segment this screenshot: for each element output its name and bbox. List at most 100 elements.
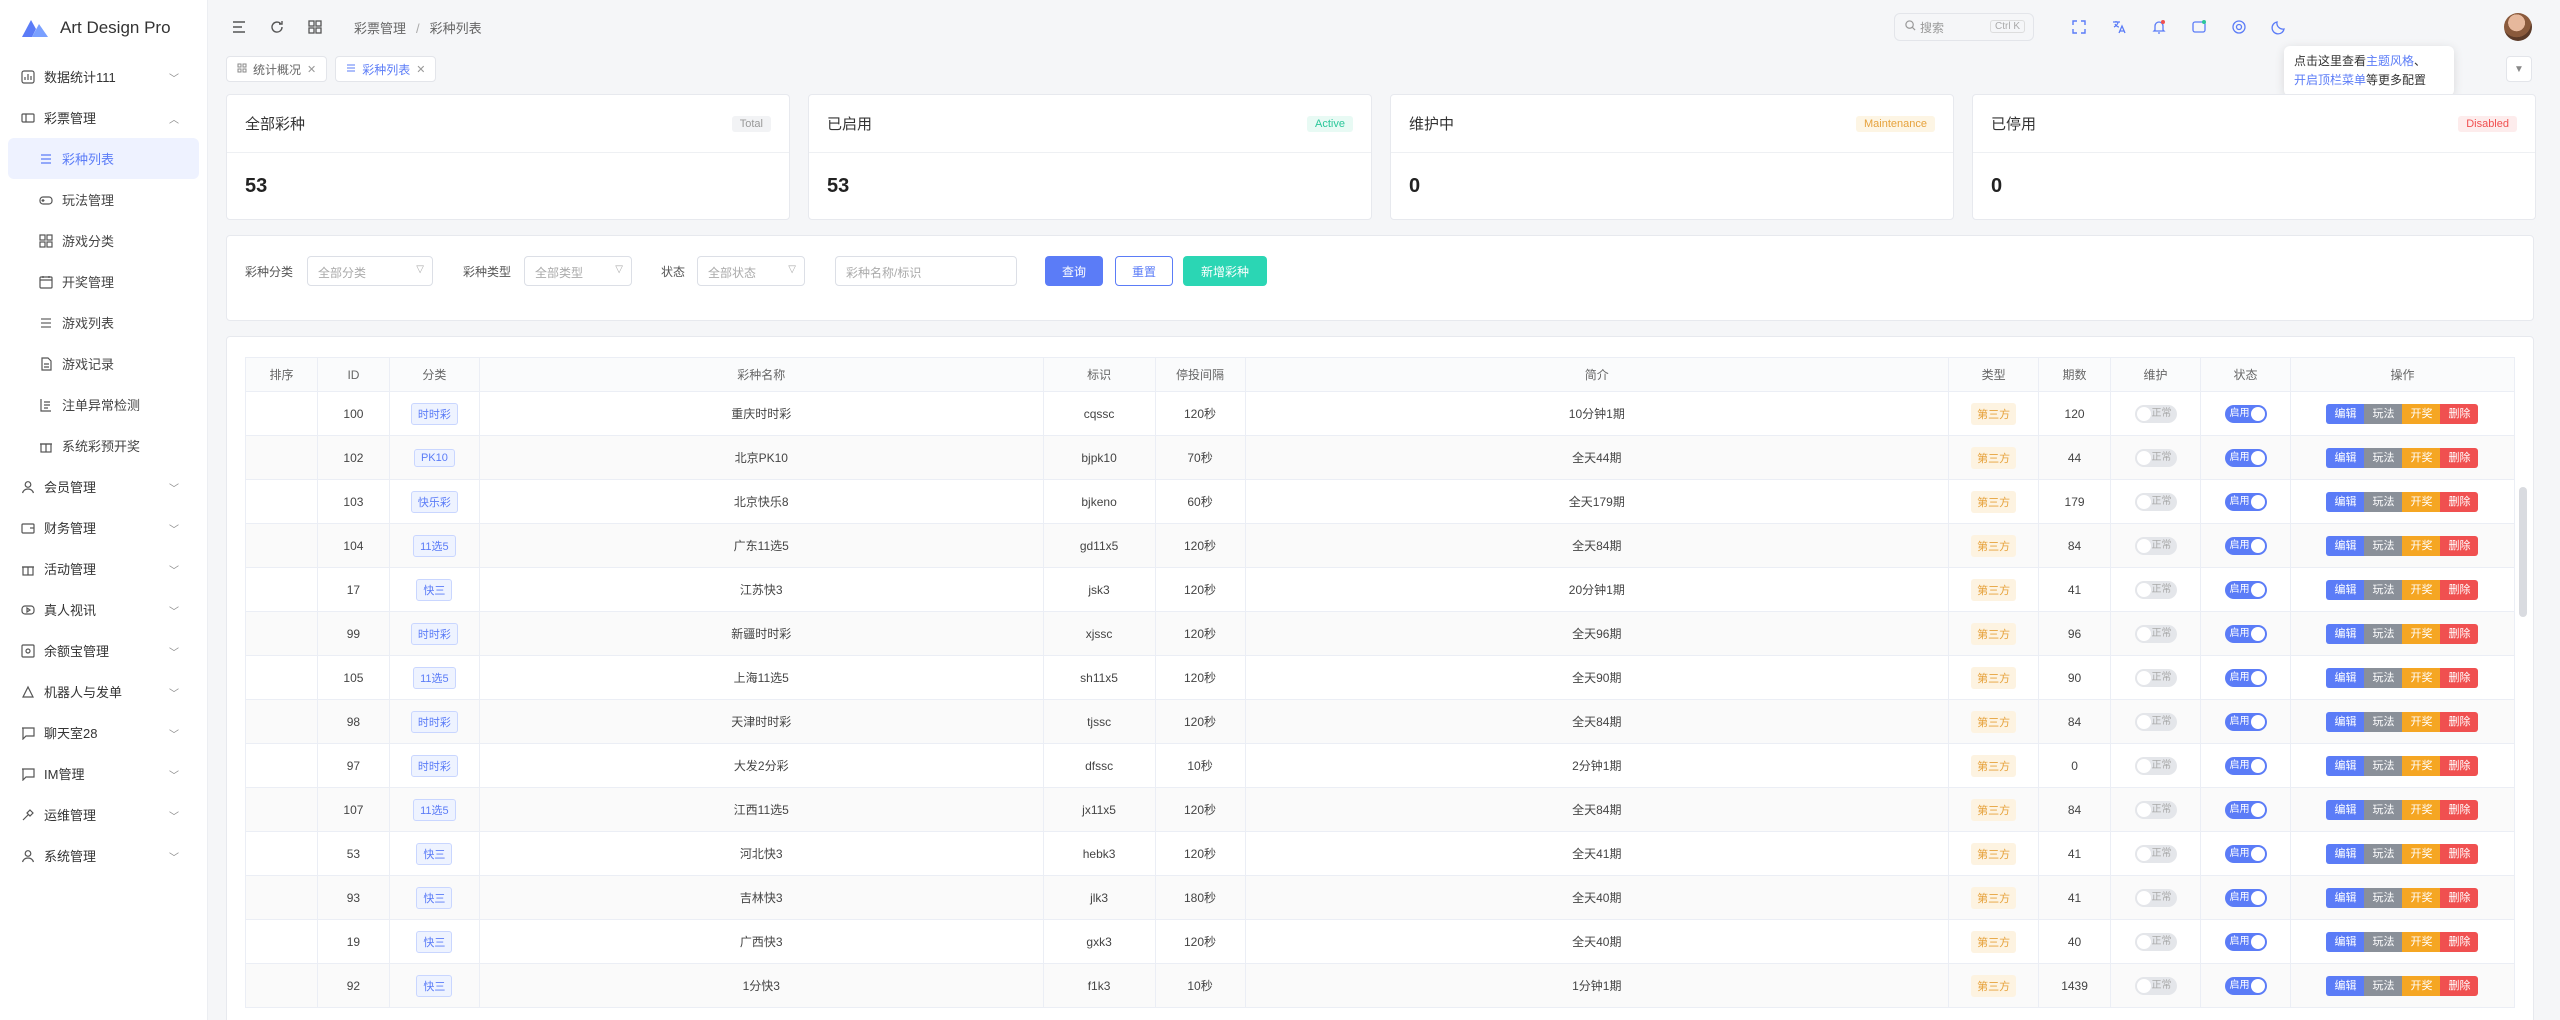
chat-icon[interactable] <box>2186 14 2212 40</box>
scrollbar[interactable] <box>2519 487 2527 617</box>
status-toggle[interactable]: 启用 <box>2224 976 2267 995</box>
status-toggle[interactable]: 启用 <box>2224 448 2267 467</box>
sidebar-subitem[interactable]: 游戏记录 <box>0 343 207 384</box>
maintenance-toggle[interactable]: 正常 <box>2134 976 2177 995</box>
status-toggle[interactable]: 启用 <box>2224 800 2267 819</box>
delete-button[interactable]: 删除 <box>2440 843 2479 864</box>
draw-button[interactable]: 开奖 <box>2402 975 2441 996</box>
draw-button[interactable]: 开奖 <box>2402 755 2441 776</box>
tooltip-link-topmenu[interactable]: 开启顶栏菜单 <box>2294 73 2366 87</box>
delete-button[interactable]: 删除 <box>2440 491 2479 512</box>
sidebar-item[interactable]: 运维管理 ﹀ <box>0 794 207 835</box>
dark-mode-icon[interactable] <box>2266 14 2292 40</box>
sidebar-item[interactable]: 系统管理 ﹀ <box>0 835 207 876</box>
status-toggle[interactable]: 启用 <box>2224 492 2267 511</box>
tooltip-link-theme[interactable]: 主题风格 <box>2366 54 2414 68</box>
translate-icon[interactable] <box>2106 14 2132 40</box>
draw-button[interactable]: 开奖 <box>2402 491 2441 512</box>
fullscreen-icon[interactable] <box>2066 14 2092 40</box>
notification-icon[interactable] <box>2146 14 2172 40</box>
sidebar-subitem[interactable]: 游戏分类 <box>0 220 207 261</box>
gameplay-button[interactable]: 玩法 <box>2364 535 2403 556</box>
edit-button[interactable]: 编辑 <box>2326 887 2365 908</box>
sidebar-item[interactable]: IM管理 ﹀ <box>0 753 207 794</box>
status-toggle[interactable]: 启用 <box>2224 668 2267 687</box>
gameplay-button[interactable]: 玩法 <box>2364 711 2403 732</box>
draw-button[interactable]: 开奖 <box>2402 931 2441 952</box>
status-toggle[interactable]: 启用 <box>2224 404 2267 423</box>
chevron-down-icon[interactable]: ▼ <box>2506 56 2532 82</box>
maintenance-toggle[interactable]: 正常 <box>2134 404 2177 423</box>
search-button[interactable]: 查询 <box>1045 256 1103 286</box>
gameplay-button[interactable]: 玩法 <box>2364 623 2403 644</box>
status-toggle[interactable]: 启用 <box>2224 712 2267 731</box>
gameplay-button[interactable]: 玩法 <box>2364 799 2403 820</box>
delete-button[interactable]: 删除 <box>2440 799 2479 820</box>
edit-button[interactable]: 编辑 <box>2326 491 2365 512</box>
draw-button[interactable]: 开奖 <box>2402 535 2441 556</box>
sidebar-subitem[interactable]: 彩种列表 <box>8 138 199 179</box>
gameplay-button[interactable]: 玩法 <box>2364 579 2403 600</box>
status-toggle[interactable]: 启用 <box>2224 580 2267 599</box>
avatar[interactable] <box>2504 13 2532 41</box>
maintenance-toggle[interactable]: 正常 <box>2134 624 2177 643</box>
maintenance-toggle[interactable]: 正常 <box>2134 844 2177 863</box>
delete-button[interactable]: 删除 <box>2440 711 2479 732</box>
edit-button[interactable]: 编辑 <box>2326 755 2365 776</box>
delete-button[interactable]: 删除 <box>2440 403 2479 424</box>
keyword-input[interactable]: 彩种名称/标识 <box>835 256 1017 286</box>
gameplay-button[interactable]: 玩法 <box>2364 403 2403 424</box>
sidebar-item[interactable]: 财务管理 ﹀ <box>0 507 207 548</box>
type-select[interactable]: 全部类型 ▽ <box>524 256 632 286</box>
status-toggle[interactable]: 启用 <box>2224 624 2267 643</box>
maintenance-toggle[interactable]: 正常 <box>2134 492 2177 511</box>
gameplay-button[interactable]: 玩法 <box>2364 843 2403 864</box>
sidebar-item[interactable]: 活动管理 ﹀ <box>0 548 207 589</box>
maintenance-toggle[interactable]: 正常 <box>2134 448 2177 467</box>
maintenance-toggle[interactable]: 正常 <box>2134 712 2177 731</box>
draw-button[interactable]: 开奖 <box>2402 799 2441 820</box>
edit-button[interactable]: 编辑 <box>2326 843 2365 864</box>
status-toggle[interactable]: 启用 <box>2224 844 2267 863</box>
sidebar-item[interactable]: 余额宝管理 ﹀ <box>0 630 207 671</box>
sidebar-subitem[interactable]: 系统彩预开奖 <box>0 425 207 466</box>
maintenance-toggle[interactable]: 正常 <box>2134 668 2177 687</box>
delete-button[interactable]: 删除 <box>2440 623 2479 644</box>
delete-button[interactable]: 删除 <box>2440 887 2479 908</box>
draw-button[interactable]: 开奖 <box>2402 447 2441 468</box>
delete-button[interactable]: 删除 <box>2440 931 2479 952</box>
gameplay-button[interactable]: 玩法 <box>2364 447 2403 468</box>
sidebar-subitem[interactable]: 开奖管理 <box>0 261 207 302</box>
breadcrumb-item[interactable]: 彩票管理 <box>354 21 406 36</box>
edit-button[interactable]: 编辑 <box>2326 975 2365 996</box>
tab-lottery-list[interactable]: 彩种列表 ✕ <box>335 56 437 82</box>
logo[interactable]: Art Design Pro <box>0 0 207 56</box>
maintenance-toggle[interactable]: 正常 <box>2134 580 2177 599</box>
delete-button[interactable]: 删除 <box>2440 975 2479 996</box>
settings-icon[interactable] <box>2226 14 2252 40</box>
sidebar-item[interactable]: 机器人与发单 ﹀ <box>0 671 207 712</box>
edit-button[interactable]: 编辑 <box>2326 447 2365 468</box>
status-toggle[interactable]: 启用 <box>2224 888 2267 907</box>
delete-button[interactable]: 删除 <box>2440 667 2479 688</box>
sidebar-subitem[interactable]: 注单异常检测 <box>0 384 207 425</box>
maintenance-toggle[interactable]: 正常 <box>2134 756 2177 775</box>
maintenance-toggle[interactable]: 正常 <box>2134 536 2177 555</box>
status-toggle[interactable]: 启用 <box>2224 756 2267 775</box>
gameplay-button[interactable]: 玩法 <box>2364 491 2403 512</box>
delete-button[interactable]: 删除 <box>2440 535 2479 556</box>
maintenance-toggle[interactable]: 正常 <box>2134 800 2177 819</box>
delete-button[interactable]: 删除 <box>2440 447 2479 468</box>
status-toggle[interactable]: 启用 <box>2224 536 2267 555</box>
close-icon[interactable]: ✕ <box>307 63 316 76</box>
refresh-icon[interactable] <box>264 14 290 40</box>
draw-button[interactable]: 开奖 <box>2402 579 2441 600</box>
gameplay-button[interactable]: 玩法 <box>2364 975 2403 996</box>
maintenance-toggle[interactable]: 正常 <box>2134 888 2177 907</box>
close-icon[interactable]: ✕ <box>416 63 425 76</box>
edit-button[interactable]: 编辑 <box>2326 579 2365 600</box>
gameplay-button[interactable]: 玩法 <box>2364 931 2403 952</box>
edit-button[interactable]: 编辑 <box>2326 799 2365 820</box>
draw-button[interactable]: 开奖 <box>2402 843 2441 864</box>
maintenance-toggle[interactable]: 正常 <box>2134 932 2177 951</box>
